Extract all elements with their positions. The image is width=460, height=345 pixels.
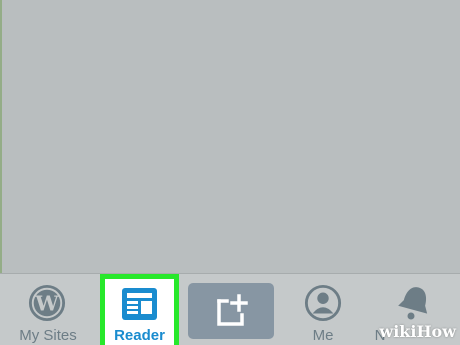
- tab-write[interactable]: [188, 274, 274, 345]
- reader-icon: [122, 288, 157, 320]
- content-area: [0, 0, 460, 273]
- write-icon: [217, 294, 248, 326]
- app-screen: W My Sites Reader Me N wikiHow: [0, 0, 460, 345]
- svg-text:W: W: [34, 291, 59, 316]
- tab-me[interactable]: Me: [288, 274, 358, 345]
- write-button[interactable]: [188, 283, 274, 339]
- wikihow-watermark: wikiHow: [379, 322, 456, 341]
- tab-me-label: Me: [312, 327, 334, 344]
- watermark-wiki: wiki: [379, 322, 417, 341]
- wordpress-icon: W: [28, 284, 66, 322]
- tab-my-sites-label: My Sites: [19, 327, 77, 344]
- tab-reader-label: Reader: [114, 327, 165, 344]
- user-icon: [304, 284, 342, 322]
- bell-icon: [398, 287, 428, 320]
- watermark-how: How: [416, 322, 456, 341]
- tab-reader[interactable]: Reader: [100, 274, 179, 345]
- tab-my-sites[interactable]: W My Sites: [8, 274, 88, 345]
